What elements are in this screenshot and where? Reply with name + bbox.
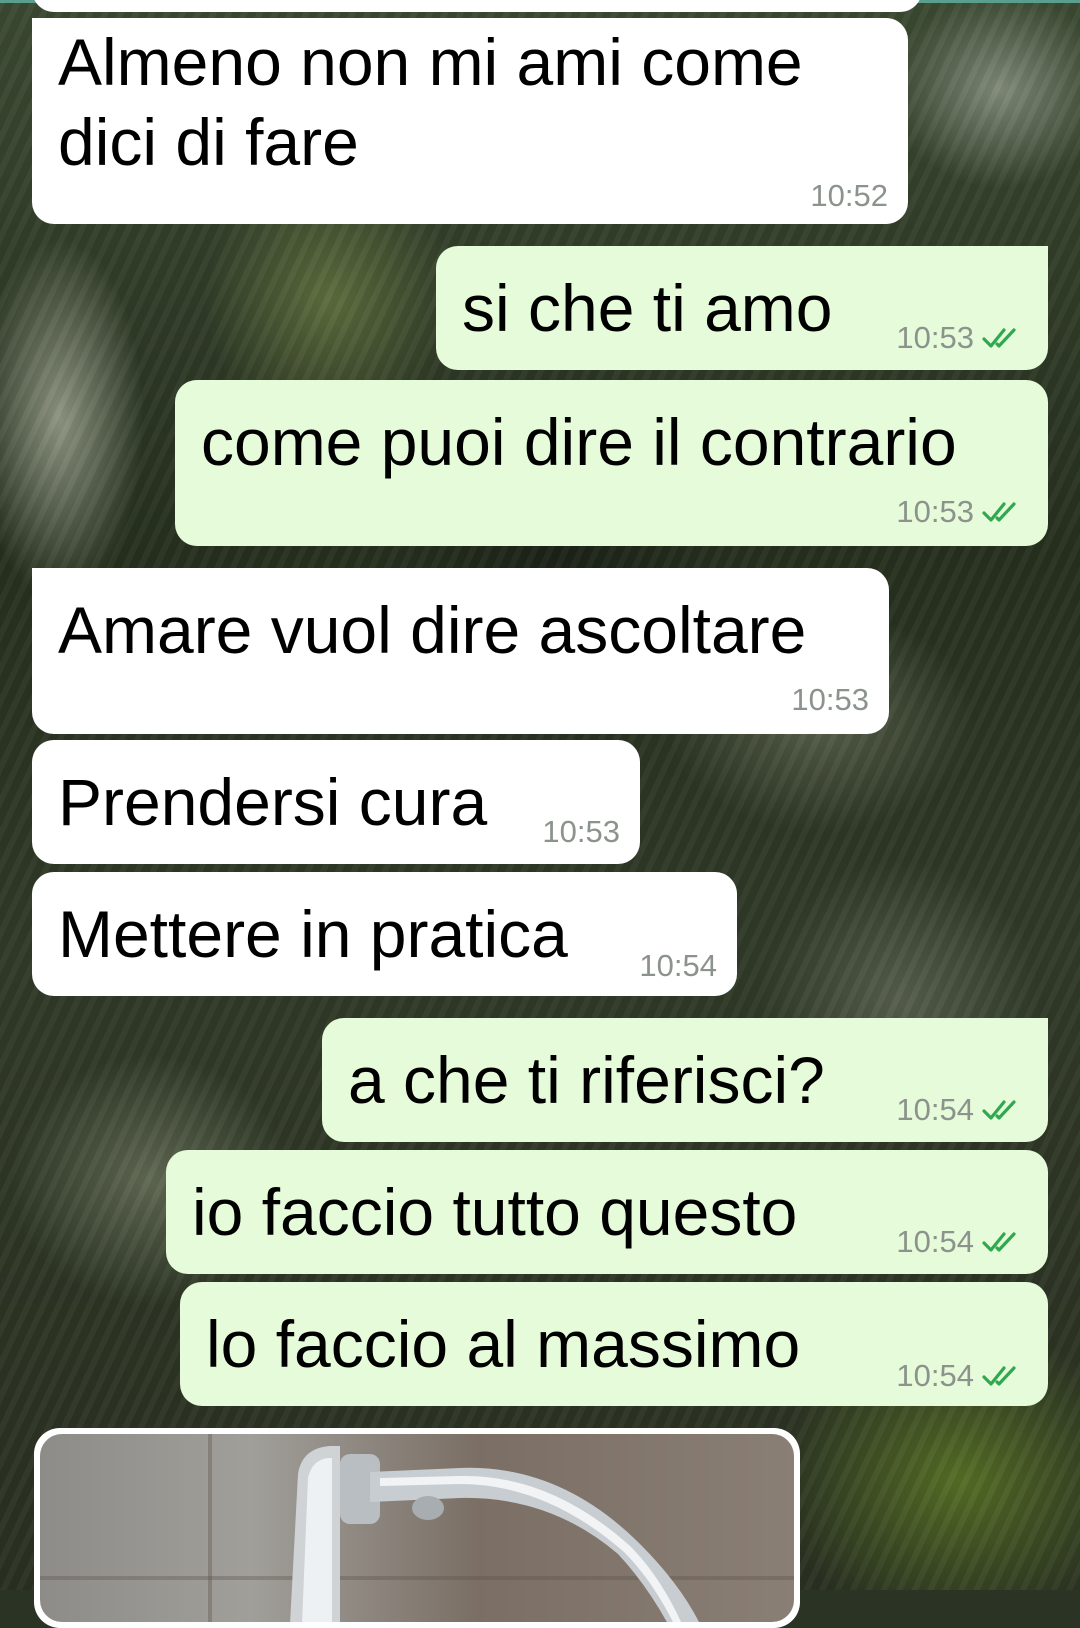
message-bubble-outgoing[interactable]: lo faccio al massimo 10:54 — [180, 1282, 1048, 1406]
message-time: 10:54 — [896, 1092, 974, 1127]
previous-message-bubble-edge[interactable] — [32, 0, 922, 12]
faucet-photo-image — [290, 1446, 699, 1622]
message-meta: 10:52 — [810, 178, 888, 214]
message-time: 10:52 — [810, 178, 888, 213]
message-bubble-incoming[interactable]: Mettere in pratica 10:54 — [32, 872, 737, 996]
photo-thumbnail[interactable] — [40, 1434, 794, 1622]
double-check-read-icon — [982, 1232, 1016, 1252]
message-time: 10:53 — [896, 320, 974, 355]
message-text: si che ti amo — [462, 271, 833, 345]
message-time: 10:53 — [896, 494, 974, 529]
message-time: 10:54 — [896, 1224, 974, 1259]
message-time: 10:54 — [639, 948, 717, 983]
double-check-read-icon — [982, 1100, 1016, 1120]
message-meta: 10:54 — [639, 948, 717, 984]
double-check-read-icon — [982, 1366, 1016, 1386]
double-check-read-icon — [982, 328, 1016, 348]
message-text: lo faccio al massimo — [206, 1307, 801, 1381]
message-bubble-incoming[interactable]: Almeno non mi ami come dici di fare 10:5… — [32, 18, 908, 224]
double-check-read-icon — [982, 502, 1016, 522]
message-meta: 10:53 — [896, 494, 1030, 530]
message-text: io faccio tutto questo — [192, 1175, 798, 1249]
message-text: Amare vuol dire ascoltare — [58, 593, 807, 667]
message-time: 10:54 — [896, 1358, 974, 1393]
message-meta: 10:53 — [542, 814, 620, 850]
message-meta: 10:54 — [896, 1224, 1030, 1260]
message-bubble-outgoing[interactable]: a che ti riferisci? 10:54 — [322, 1018, 1048, 1142]
message-meta: 10:54 — [896, 1092, 1030, 1128]
message-bubble-incoming[interactable]: Prendersi cura 10:53 — [32, 740, 640, 864]
message-time: 10:53 — [542, 814, 620, 849]
message-text: a che ti riferisci? — [348, 1043, 825, 1117]
message-meta: 10:53 — [896, 320, 1030, 356]
message-bubble-incoming[interactable]: Amare vuol dire ascoltare 10:53 — [32, 568, 889, 734]
message-text: come puoi dire il contrario — [201, 405, 957, 479]
message-text: Almeno non mi ami come dici di fare — [58, 25, 803, 179]
message-meta: 10:54 — [896, 1358, 1030, 1394]
message-text: Prendersi cura — [58, 765, 488, 839]
message-text: Mettere in pratica — [58, 897, 568, 971]
message-time: 10:53 — [791, 682, 869, 717]
message-meta: 10:53 — [791, 682, 869, 718]
photo-message-bubble[interactable] — [34, 1428, 800, 1628]
message-bubble-outgoing[interactable]: io faccio tutto questo 10:54 — [166, 1150, 1048, 1274]
message-bubble-outgoing[interactable]: come puoi dire il contrario 10:53 — [175, 380, 1048, 546]
message-bubble-outgoing[interactable]: si che ti amo 10:53 — [436, 246, 1048, 370]
